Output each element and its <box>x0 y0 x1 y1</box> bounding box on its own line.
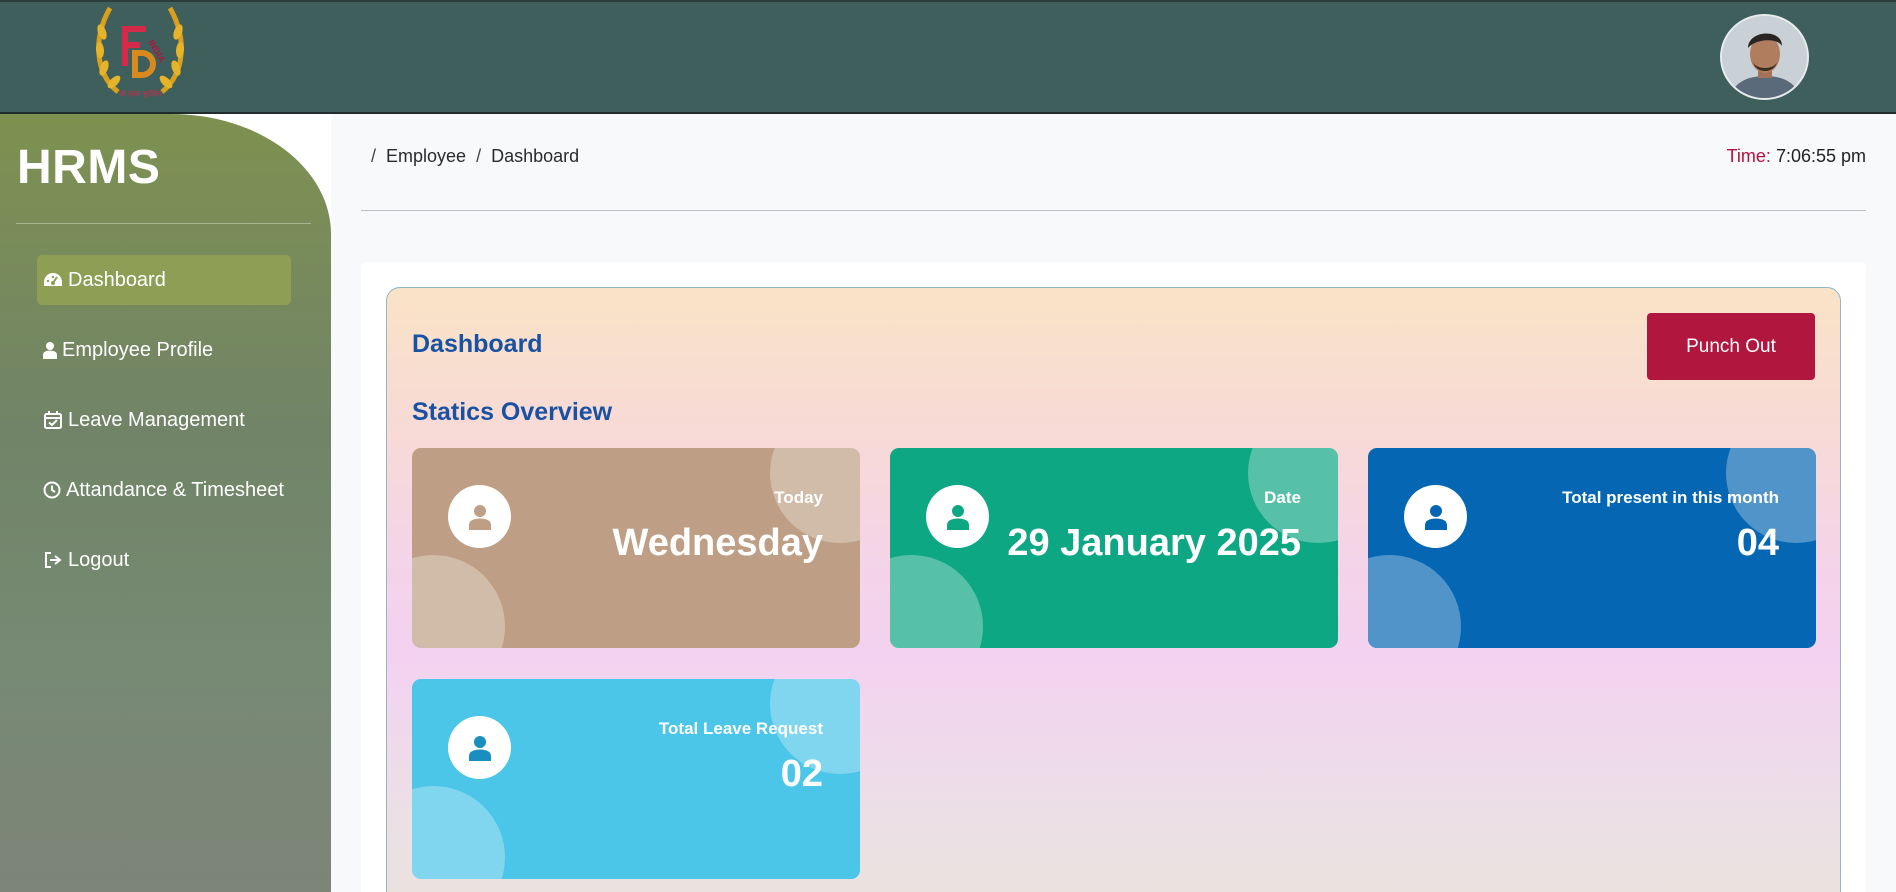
sidebar-item-label: Leave Management <box>68 408 245 431</box>
stat-card-total-leave-request: Total Leave Request 02 <box>412 679 860 879</box>
decorative-bubble <box>890 555 983 648</box>
stat-card-date: Date 29 January 2025 <box>890 448 1338 648</box>
stat-value: 04 <box>1736 522 1779 564</box>
top-bar: INDIA जो रहता सुरक्षित <box>0 0 1896 114</box>
dashboard-icon <box>44 273 62 286</box>
stat-card-today: Today Wednesday <box>412 448 860 648</box>
user-avatar[interactable] <box>1720 14 1809 100</box>
decorative-bubble <box>412 786 505 879</box>
time-label: Time: <box>1726 146 1771 166</box>
sidebar-item-employee-profile[interactable]: Employee Profile <box>37 325 291 375</box>
sidebar-item-label: Attandance & Timesheet <box>66 478 284 501</box>
statistics-overview-title: Statics Overview <box>412 398 613 426</box>
punch-out-button[interactable]: Punch Out <box>1647 313 1815 380</box>
stat-label: Today <box>774 488 823 507</box>
stat-icon-container <box>926 485 989 548</box>
sidebar-item-dashboard[interactable]: Dashboard <box>37 255 291 305</box>
decorative-bubble <box>1368 555 1461 648</box>
company-logo[interactable]: INDIA जो रहता सुरक्षित <box>88 2 192 102</box>
time-value: 7:06:55 pm <box>1775 146 1866 166</box>
stat-value: 29 January 2025 <box>1007 522 1301 564</box>
clock-icon <box>43 481 61 499</box>
stat-value: 02 <box>780 753 823 795</box>
stat-icon-container <box>448 485 511 548</box>
sidebar-item-label: Logout <box>68 548 130 571</box>
dashboard-card: Dashboard Punch Out Statics Overview Tod… <box>386 287 1841 892</box>
sidebar-item-leave-management[interactable]: Leave Management <box>37 395 291 445</box>
stat-value: Wednesday <box>612 522 823 564</box>
user-icon <box>468 735 491 761</box>
svg-text:जो रहता सुरक्षित: जो रहता सुरक्षित <box>119 89 162 98</box>
stat-icon-container <box>1404 485 1467 548</box>
calendar-check-icon <box>44 411 62 429</box>
sidebar-item-label: Employee Profile <box>62 338 214 361</box>
breadcrumb: / Employee / Dashboard <box>371 146 579 167</box>
sidebar-item-label: Dashboard <box>68 268 166 291</box>
stat-card-total-present: Total present in this month 04 <box>1368 448 1816 648</box>
user-icon <box>43 342 57 359</box>
decorative-bubble <box>412 555 505 648</box>
sidebar-divider <box>16 223 311 224</box>
sidebar-item-logout[interactable]: Logout <box>37 535 291 585</box>
sign-out-icon <box>45 552 62 568</box>
breadcrumb-separator: / <box>476 146 482 166</box>
dashboard-title: Dashboard <box>412 330 543 358</box>
breadcrumb-item-dashboard: Dashboard <box>491 146 580 166</box>
breadcrumb-item-employee[interactable]: Employee <box>386 146 466 167</box>
sidebar: HRMS Dashboard Employee Profile Leave Ma… <box>0 114 331 892</box>
user-icon <box>1424 504 1447 530</box>
header-divider <box>361 210 1866 211</box>
breadcrumb-separator: / <box>371 146 377 166</box>
clock-display: Time: 7:06:55 pm <box>1727 146 1866 167</box>
main-content: / Employee / Dashboard Time: 7:06:55 pm … <box>331 114 1896 892</box>
sidebar-item-attendance-timesheet[interactable]: Attandance & Timesheet <box>37 465 291 515</box>
stat-label: Date <box>1264 488 1301 507</box>
app-brand: HRMS <box>17 141 161 194</box>
stat-icon-container <box>448 716 511 779</box>
user-icon <box>946 504 969 530</box>
stat-label: Total Leave Request <box>658 719 823 738</box>
stat-label: Total present in this month <box>1562 488 1779 507</box>
user-icon <box>468 504 491 530</box>
